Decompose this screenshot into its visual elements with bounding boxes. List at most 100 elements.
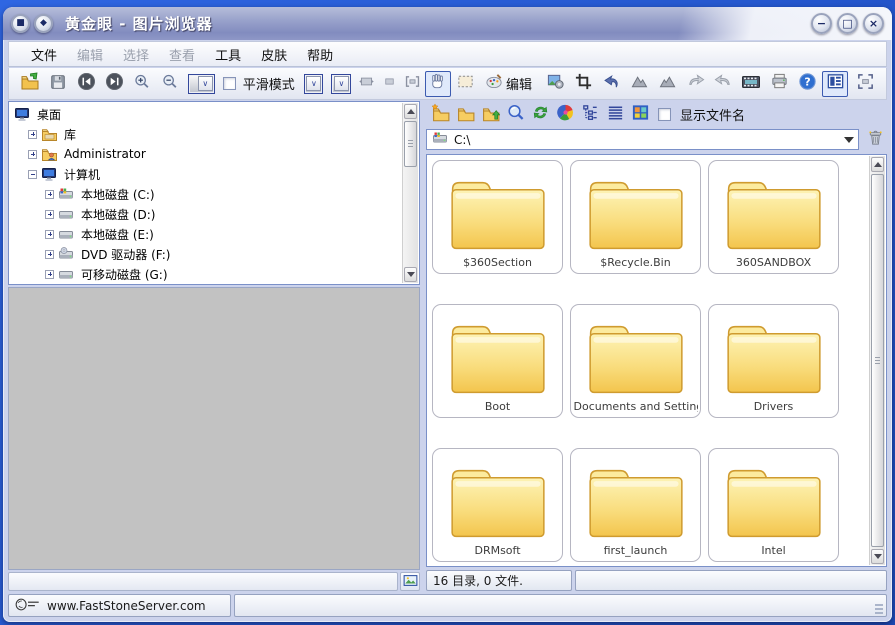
collapse-minus-icon[interactable] [28,170,37,179]
scroll-up-arrow[interactable] [404,104,417,119]
fit-image-button[interactable] [400,572,420,591]
expand-plus-icon[interactable] [45,250,54,259]
thumbnail-view-button[interactable] [630,101,651,127]
refresh-button[interactable] [530,101,551,127]
up-folder-button[interactable] [480,101,501,127]
actual-size-button[interactable] [379,71,400,97]
chevron-down-icon[interactable]: ∨ [334,76,349,91]
scrollbar-thumb[interactable] [404,121,417,167]
tree-item-drive-e[interactable]: 本地磁盘 (E:) [11,224,401,244]
minimize-button[interactable]: − [811,13,832,34]
resize-grip[interactable] [875,604,883,614]
scroll-up-arrow[interactable] [871,157,884,172]
folder-tree-panel[interactable]: 桌面 库 Administrator 计 [8,101,420,285]
new-folder-button[interactable] [430,101,451,127]
print-button[interactable] [766,71,792,97]
tree-item-computer[interactable]: 计算机 [11,164,401,184]
file-grid[interactable]: $360Section $Recycle.Bin 360SANDBOX Boot [426,154,887,567]
close-button[interactable]: × [863,13,884,34]
scrollbar-thumb[interactable] [871,174,884,547]
folder-item[interactable]: $Recycle.Bin [570,160,701,274]
window-rollup-button[interactable]: ◆ [34,14,53,33]
next-button[interactable] [101,71,127,97]
tree-item-drive-d[interactable]: 本地磁盘 (D:) [11,204,401,224]
tree-item-dvd-f[interactable]: DVD 驱动器 (F:) [11,244,401,264]
scroll-down-arrow[interactable] [871,549,884,564]
crop-button[interactable] [570,71,596,97]
effects-button[interactable] [542,71,568,97]
fit-window-button[interactable] [356,71,377,97]
sort-colors-button[interactable] [555,101,576,127]
tree-view-button[interactable] [580,101,601,127]
website-cell[interactable]: www.FastStoneServer.com [8,594,231,617]
open-button[interactable] [17,71,43,97]
folder-item[interactable]: first_launch [570,448,701,562]
folder-item[interactable]: Drivers [708,304,839,418]
delete-button[interactable] [863,129,887,150]
tree-scrollbar[interactable] [402,103,418,283]
fit-width-button[interactable] [402,71,423,97]
tree-item-administrator[interactable]: Administrator [11,144,401,164]
maximize-button[interactable]: □ [837,13,858,34]
path-combobox[interactable]: C:\ [426,129,859,150]
zoom-out-button[interactable] [157,71,183,97]
menu-help[interactable]: 帮助 [297,42,343,67]
folder-item[interactable]: Documents and Settings [570,304,701,418]
status-bar: www.FastStoneServer.com [8,594,887,617]
chevron-down-icon[interactable]: ∨ [306,76,321,91]
title-bar[interactable]: ■ ◆ 黄金眼 - 图片浏览器 − □ × [3,7,892,40]
chevron-down-icon[interactable] [844,137,854,143]
tree-item-libraries[interactable]: 库 [11,124,401,144]
height-select[interactable]: ∨ [331,74,351,94]
zoom-in-button[interactable] [129,71,155,97]
folder-item[interactable]: DRMsoft [432,448,563,562]
faststone-logo-icon [15,597,41,615]
menu-file[interactable]: 文件 [21,42,67,67]
folder-item[interactable]: Intel [708,448,839,562]
rotate-cw-button[interactable] [654,71,680,97]
show-filenames-checkbox[interactable] [658,108,671,121]
select-tool-button[interactable] [453,71,479,97]
undo-button[interactable] [598,71,624,97]
previous-button[interactable] [73,71,99,97]
search-button[interactable] [505,101,526,127]
expand-plus-icon[interactable] [28,150,37,159]
folder-item[interactable]: 360SANDBOX [708,160,839,274]
folder-item[interactable]: $360Section [432,160,563,274]
width-select[interactable]: ∨ [304,74,324,94]
window-menu-button[interactable]: ■ [11,14,30,33]
menu-skin[interactable]: 皮肤 [251,42,297,67]
open-folder-button[interactable] [455,101,476,127]
expand-plus-icon[interactable] [45,210,54,219]
expand-plus-icon[interactable] [45,230,54,239]
expand-plus-icon[interactable] [45,270,54,279]
website-link[interactable]: www.FastStoneServer.com [47,599,206,613]
folder-name: 360SANDBOX [736,256,811,269]
expand-plus-icon[interactable] [45,190,54,199]
edit-button[interactable]: 编辑 [481,71,540,97]
tree-item-drive-c[interactable]: 本地磁盘 (C:) [11,184,401,204]
smooth-mode-checkbox[interactable] [223,77,236,90]
preview-hscrollbar[interactable] [8,572,398,591]
help-button[interactable]: ? [794,71,820,97]
zoom-select[interactable]: ∨ [188,74,215,94]
chevron-down-icon[interactable]: ∨ [198,76,213,91]
hand-tool-button[interactable] [425,71,451,97]
slideshow-button[interactable] [738,71,764,97]
tree-item-removable-g[interactable]: 可移动磁盘 (G:) [11,264,401,284]
fullscreen-button[interactable] [852,71,878,97]
tree-item-desktop[interactable]: 桌面 [11,104,401,124]
save-button[interactable] [45,71,71,97]
flip-right-button[interactable] [710,71,736,97]
rotate-ccw-button[interactable] [626,71,652,97]
folder-item[interactable]: Boot [432,304,563,418]
list-view-button[interactable] [605,101,626,127]
file-grid-scrollbar[interactable] [869,156,885,565]
menu-tools[interactable]: 工具 [205,42,251,67]
browse-layout-button[interactable] [822,71,848,97]
tree-item-label: 本地磁盘 (D:) [81,206,155,223]
flip-left-button[interactable] [682,71,708,97]
expand-plus-icon[interactable] [28,130,37,139]
flip-right-icon [714,72,733,95]
scroll-down-arrow[interactable] [404,267,417,282]
